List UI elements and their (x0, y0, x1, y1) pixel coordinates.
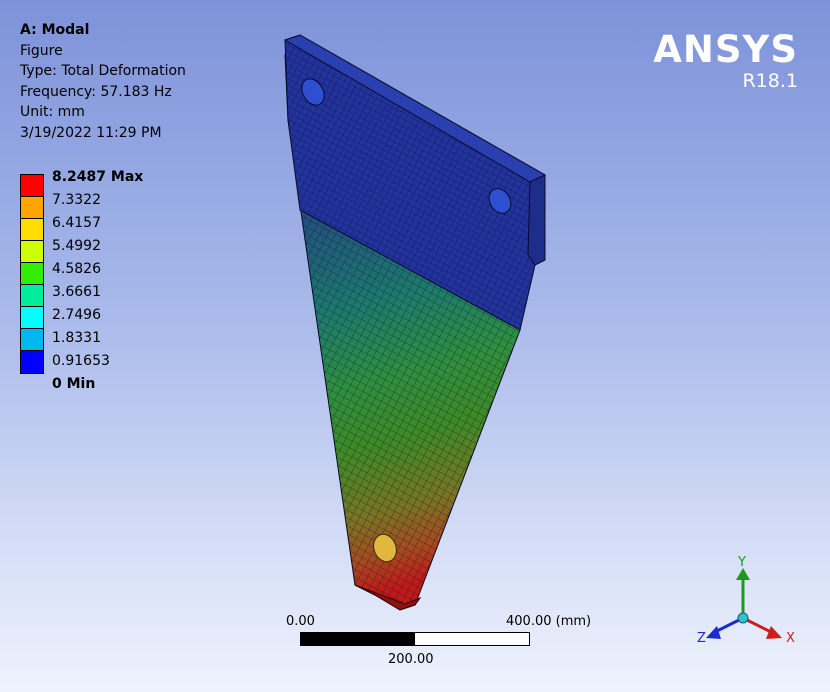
upper-block-side-edge (527, 174, 546, 266)
scale-bar-end-label: 400.00 (mm) (506, 614, 592, 629)
scale-bar-mid-label: 200.00 (388, 652, 434, 667)
x-axis-arrow-icon (766, 626, 782, 639)
z-axis-arrow-icon (706, 626, 721, 639)
triad-z-label: Z (697, 631, 706, 646)
triad-y-label: Y (737, 555, 746, 570)
model-view[interactable]: Y X Z (0, 0, 830, 692)
scale-bar-black-half (301, 633, 415, 645)
triad-origin (737, 612, 749, 624)
graphics-viewport[interactable]: A: Modal Figure Type: Total Deformation … (0, 0, 830, 692)
scale-bar-start-label: 0.00 (286, 614, 315, 629)
scale-bar: 0.00 400.00 (mm) 200.00 (284, 612, 614, 672)
coordinate-triad[interactable]: Y X Z (697, 555, 795, 646)
scale-bar-graphic (300, 632, 530, 646)
triad-x-label: X (786, 631, 795, 646)
